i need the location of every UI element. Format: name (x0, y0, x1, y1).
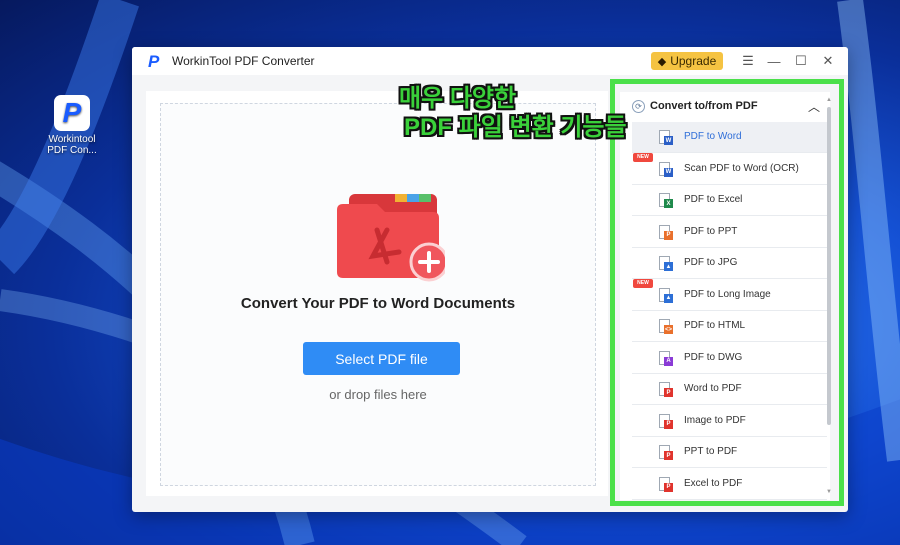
diamond-icon: ◆ (657, 55, 667, 68)
desktop-shortcut-workintool[interactable]: P Workintool PDF Con... (44, 95, 100, 156)
select-pdf-button[interactable]: Select PDF file (303, 342, 460, 375)
close-button[interactable]: ✕ (818, 51, 838, 71)
drop-zone-title: Convert Your PDF to Word Documents (240, 295, 516, 312)
highlight-frame (610, 79, 844, 506)
minimize-button[interactable]: — (764, 51, 784, 71)
window-title: WorkinTool PDF Converter (172, 54, 315, 68)
file-drop-zone[interactable]: Convert Your PDF to Word Documents Selec… (160, 103, 596, 486)
workintool-app-icon: P (54, 95, 90, 131)
menu-icon[interactable]: ☰ (738, 51, 758, 71)
overlay-caption-line1: 매우 다양한 (399, 85, 517, 112)
maximize-button[interactable]: ☐ (791, 51, 811, 71)
pdf-folder-icon (337, 194, 445, 282)
app-logo-icon: P (148, 52, 160, 71)
drop-hint: or drop files here (329, 387, 427, 402)
upgrade-button[interactable]: ◆ Upgrade (651, 52, 723, 70)
title-bar[interactable]: P WorkinTool PDF Converter ◆ Upgrade ☰ —… (132, 47, 848, 75)
main-panel: Convert Your PDF to Word Documents Selec… (146, 91, 608, 496)
upgrade-label: Upgrade (670, 54, 717, 68)
shortcut-label-line1: Workintool (48, 134, 96, 145)
overlay-caption-line2: PDF 파일 변환 기능들 (404, 114, 627, 141)
shortcut-label-line2: PDF Con... (47, 145, 97, 156)
